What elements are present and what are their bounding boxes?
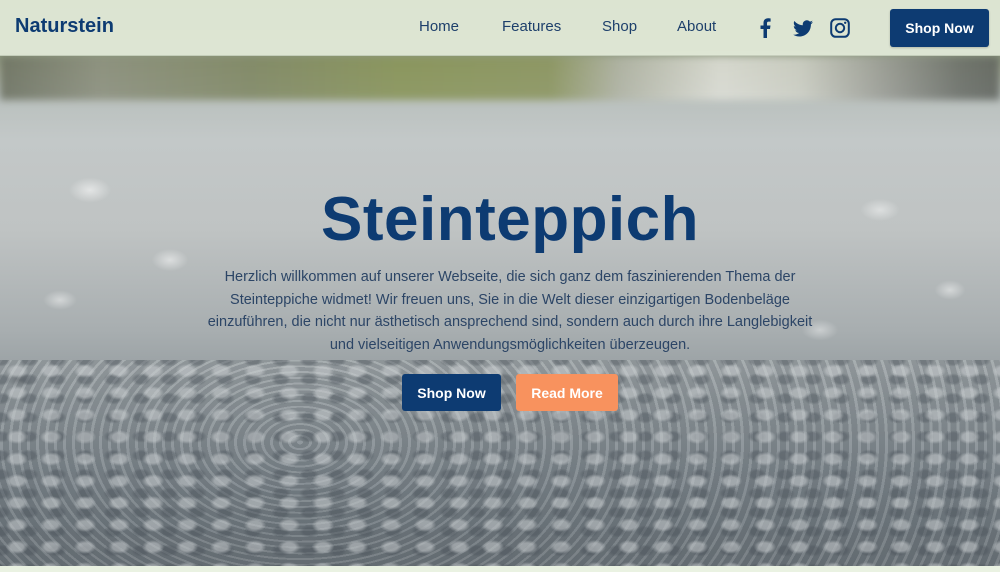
- nav-link-shop[interactable]: Shop: [602, 18, 637, 35]
- twitter-link[interactable]: [793, 17, 813, 39]
- facebook-link[interactable]: [759, 17, 771, 39]
- twitter-icon: [793, 19, 813, 36]
- nav-link-home[interactable]: Home: [419, 18, 459, 35]
- nav-link-about[interactable]: About: [677, 18, 716, 35]
- navbar: Naturstein Home Features Shop About Shop…: [0, 0, 1000, 56]
- brand-logo[interactable]: Naturstein: [15, 15, 114, 38]
- facebook-icon: [760, 18, 771, 38]
- hero-title: Steinteppich: [320, 185, 700, 254]
- instagram-link[interactable]: [830, 17, 850, 39]
- nav-link-features[interactable]: Features: [502, 18, 561, 35]
- hero-section: Steinteppich Herzlich willkommen auf uns…: [0, 0, 1000, 566]
- instagram-icon: [830, 18, 850, 38]
- page-bottom-strip: [0, 566, 1000, 572]
- hero-description: Herzlich willkommen auf unserer Webseite…: [207, 269, 813, 353]
- hero-shop-now-button[interactable]: Shop Now: [402, 374, 501, 411]
- navbar-shop-now-button[interactable]: Shop Now: [890, 9, 989, 47]
- hero-read-more-button[interactable]: Read More: [516, 374, 618, 411]
